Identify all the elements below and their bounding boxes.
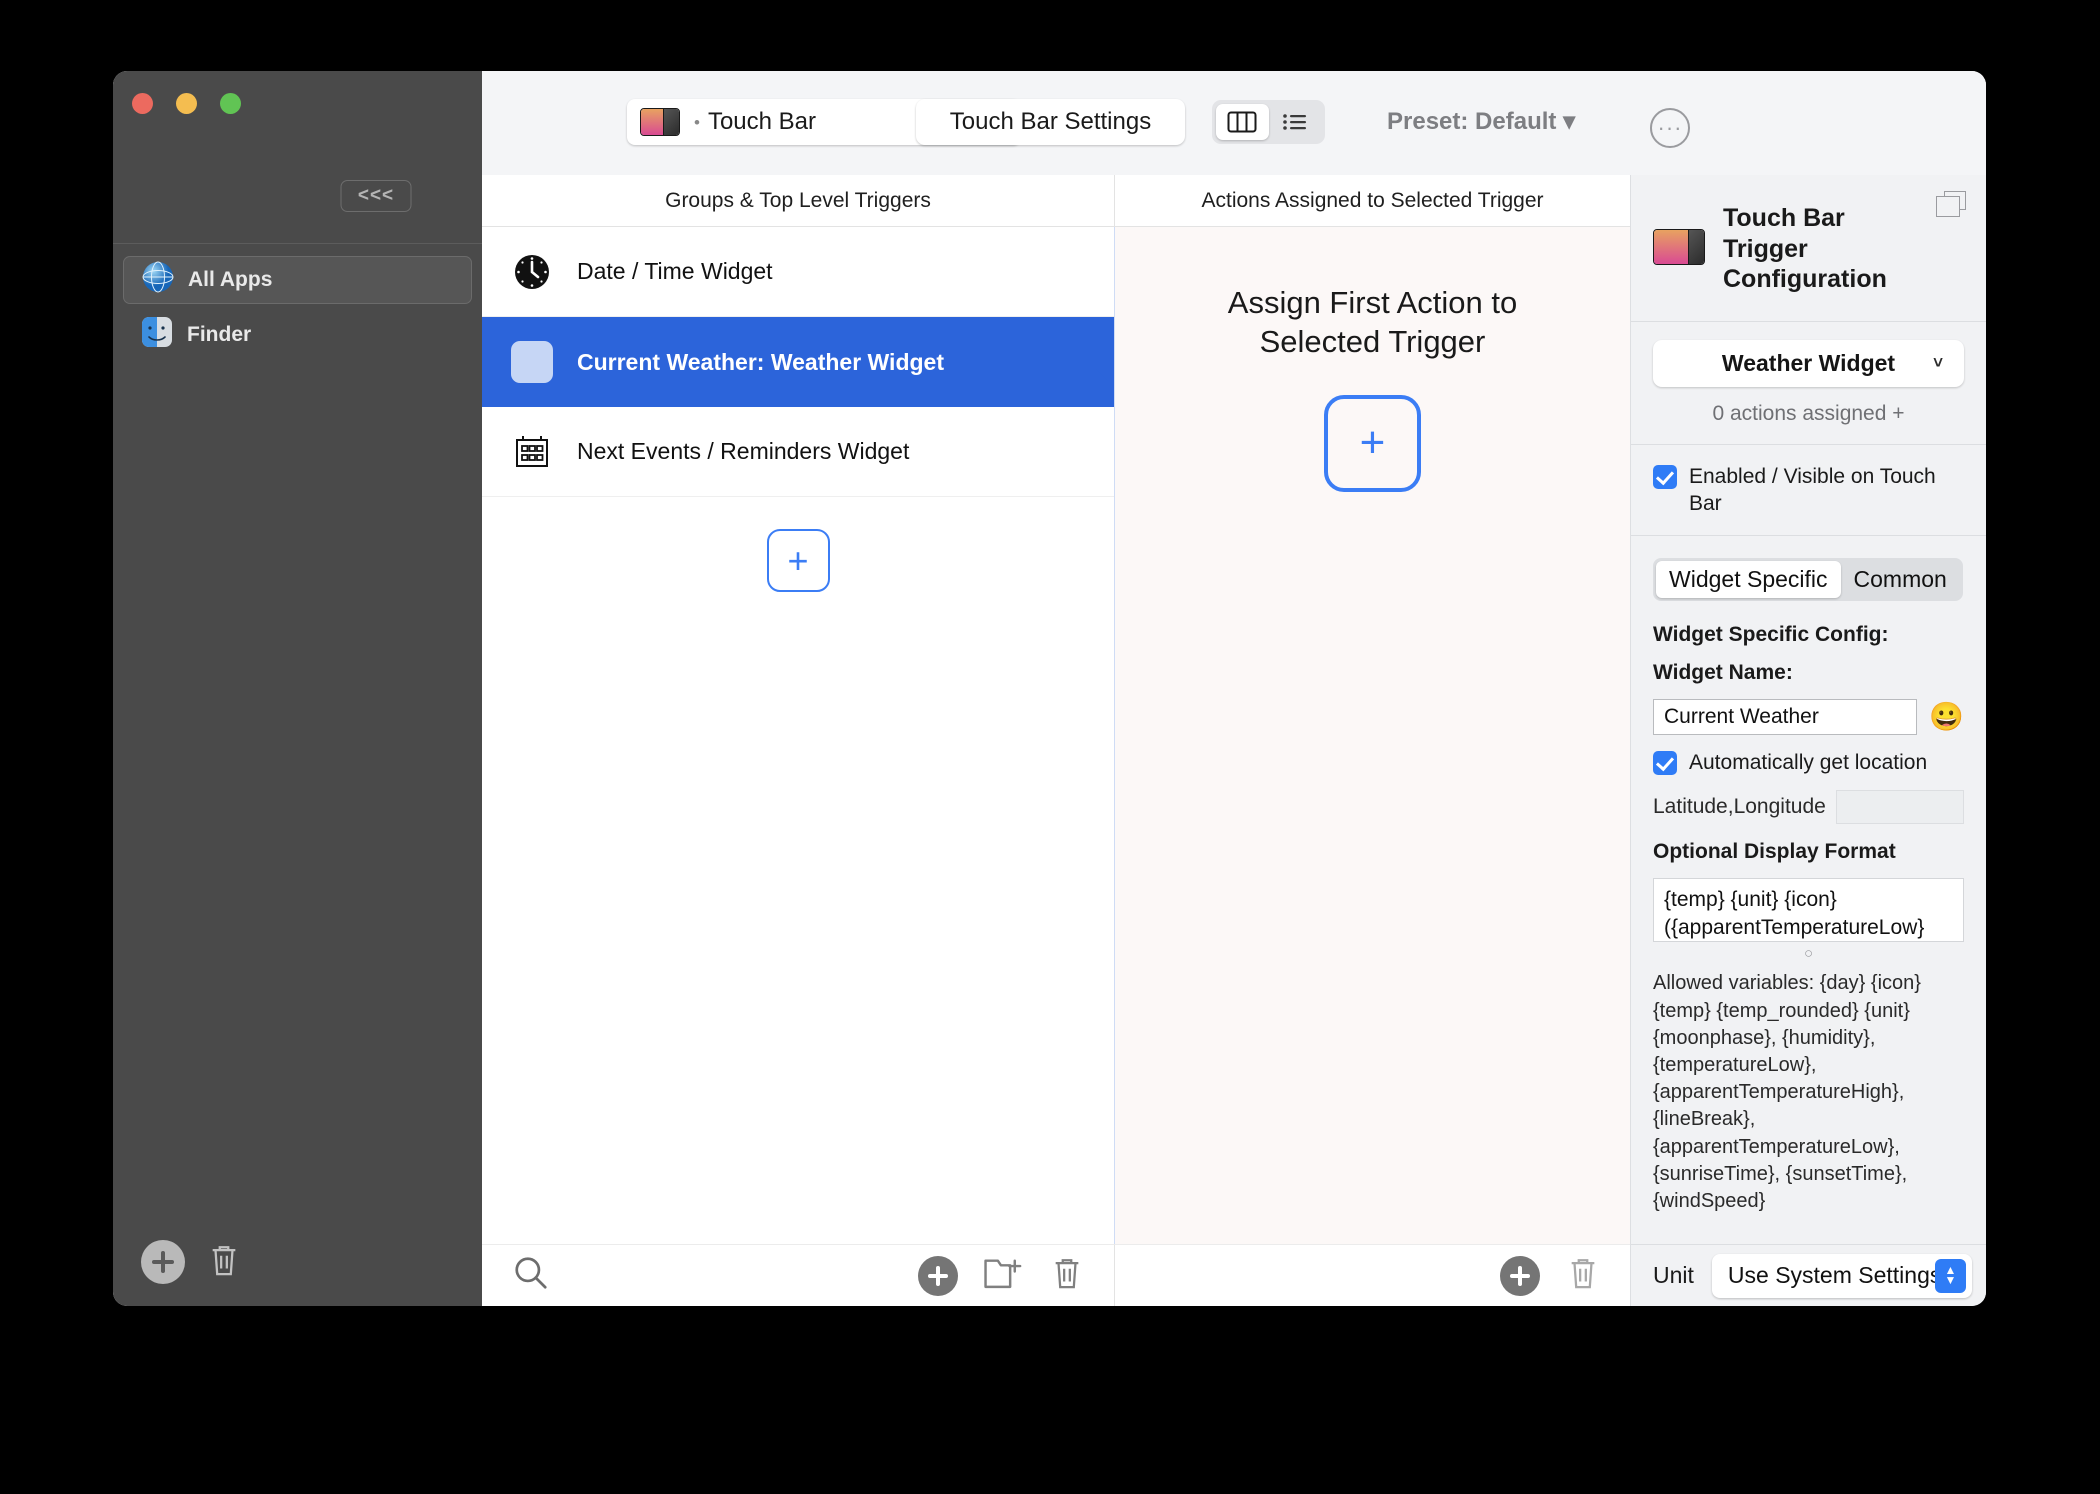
collapse-sidebar-button[interactable]: <<< bbox=[340, 180, 412, 212]
actions-bottom-toolbar bbox=[1114, 1244, 1630, 1306]
trigger-row[interactable]: Current Weather: Weather Widget bbox=[482, 317, 1114, 407]
add-app-button[interactable] bbox=[141, 1240, 185, 1284]
window-traffic-lights bbox=[132, 93, 241, 114]
triggers-list: Date / Time Widget Current Weather: Weat… bbox=[482, 227, 1114, 1244]
stepper-icon[interactable]: ▲▼ bbox=[1935, 1258, 1966, 1293]
actions-column-header: Actions Assigned to Selected Trigger bbox=[1114, 175, 1630, 227]
unit-label: Unit bbox=[1653, 1262, 1694, 1288]
actions-empty-state: Assign First Action to Selected Trigger bbox=[1115, 284, 1630, 362]
checkbox-icon[interactable] bbox=[1653, 751, 1677, 776]
auto-location-checkbox-row[interactable]: Automatically get location bbox=[1653, 749, 1964, 776]
trigger-configuration-panel: Touch Bar Trigger Configuration Weather … bbox=[1630, 175, 1986, 1306]
trigger-row[interactable]: Next Events / Reminders Widget bbox=[482, 407, 1114, 497]
resize-handle-icon[interactable]: ○ bbox=[1653, 946, 1964, 961]
latlon-row: Latitude,Longitude bbox=[1653, 790, 1964, 825]
tab-common[interactable]: Common bbox=[1841, 561, 1960, 598]
trash-icon[interactable] bbox=[1050, 1254, 1084, 1297]
actions-assigned-label[interactable]: 0 actions assigned + bbox=[1653, 402, 1964, 426]
display-format-label: Optional Display Format bbox=[1653, 840, 1896, 864]
search-icon[interactable] bbox=[482, 1254, 550, 1297]
unit-dropdown[interactable]: Use System Settings ▲ ▼ bbox=[1711, 1253, 1972, 1298]
widget-name-input[interactable]: Current Weather bbox=[1653, 699, 1918, 736]
config-header: Touch Bar Trigger Configuration bbox=[1631, 175, 1986, 322]
auto-location-label: Automatically get location bbox=[1689, 751, 1928, 775]
new-folder-icon[interactable] bbox=[984, 1256, 1024, 1295]
widget-specific-config-label: Widget Specific Config: bbox=[1653, 623, 1889, 647]
unit-value: Use System Settings bbox=[1727, 1262, 1942, 1288]
trigger-label: Date / Time Widget bbox=[577, 258, 773, 284]
trash-icon[interactable] bbox=[1566, 1254, 1600, 1297]
more-options-button[interactable]: ··· bbox=[1650, 108, 1690, 148]
touch-bar-icon bbox=[640, 108, 680, 136]
emoji-picker-button[interactable]: 😀 bbox=[1929, 703, 1964, 731]
trigger-label: Current Weather: Weather Widget bbox=[577, 348, 944, 375]
sidebar-divider bbox=[113, 243, 482, 244]
trigger-type-dropdown[interactable]: Weather Widget ˅ bbox=[1653, 339, 1964, 387]
actions-empty-line1: Assign First Action to bbox=[1227, 285, 1518, 320]
sidebar-bottom-toolbar bbox=[141, 1240, 241, 1284]
latlon-label: Latitude,Longitude bbox=[1653, 795, 1826, 819]
trash-icon[interactable] bbox=[207, 1241, 241, 1284]
config-title-line3: Configuration bbox=[1723, 265, 1887, 293]
touch-bar-settings-button[interactable]: Touch Bar Settings bbox=[916, 99, 1185, 145]
finder-icon bbox=[141, 316, 173, 354]
list-view-icon[interactable] bbox=[1269, 104, 1322, 140]
unit-row: Unit Use System Settings ▲ ▼ bbox=[1631, 1244, 1986, 1306]
sidebar-item-finder[interactable]: Finder bbox=[123, 311, 472, 359]
trigger-type-value: Weather Widget bbox=[1721, 349, 1896, 376]
config-tabs[interactable]: Widget Specific Common bbox=[1653, 558, 1963, 602]
enabled-checkbox-row[interactable]: Enabled / Visible on Touch Bar bbox=[1653, 463, 1964, 518]
chevron-down-icon: ˅ bbox=[1933, 353, 1943, 372]
config-title: Touch Bar Trigger Configuration bbox=[1723, 203, 1887, 295]
sidebar-item-all-apps[interactable]: All Apps bbox=[123, 256, 472, 304]
config-title-line2: Trigger bbox=[1723, 234, 1808, 263]
clock-icon bbox=[511, 251, 553, 293]
device-selector-label: Touch Bar bbox=[707, 108, 817, 135]
latlon-input[interactable] bbox=[1835, 790, 1964, 825]
actions-panel: Assign First Action to Selected Trigger … bbox=[1114, 227, 1630, 1244]
minimize-window-button[interactable] bbox=[176, 93, 197, 114]
bullet-separator: • bbox=[694, 112, 700, 132]
add-icon[interactable] bbox=[1500, 1255, 1540, 1296]
sidebar-item-label: Finder bbox=[187, 323, 252, 346]
allowed-variables-text: Allowed variables: {day} {icon} {temp} {… bbox=[1653, 972, 1921, 1212]
sidebar-item-label: All Apps bbox=[188, 268, 273, 291]
assign-first-action-button[interactable]: + bbox=[1324, 394, 1421, 492]
trigger-label: Next Events / Reminders Widget bbox=[577, 438, 910, 464]
trigger-type-section: Weather Widget ˅ 0 actions assigned + bbox=[1631, 322, 1986, 445]
config-title-line1: Touch Bar bbox=[1723, 204, 1845, 232]
widget-name-label: Widget Name: bbox=[1653, 661, 1793, 685]
zoom-window-button[interactable] bbox=[220, 93, 241, 114]
globe-icon bbox=[142, 261, 174, 299]
app-sidebar: <<< All Apps Finder bbox=[113, 71, 482, 1306]
enabled-label: Enabled / Visible on Touch Bar bbox=[1689, 464, 1936, 515]
preset-label: Preset: Default bbox=[1387, 108, 1557, 135]
window-stack-icon[interactable] bbox=[1936, 191, 1966, 217]
groups-bottom-toolbar bbox=[482, 1244, 1114, 1306]
columns-view-icon[interactable] bbox=[1216, 104, 1269, 140]
calendar-icon bbox=[511, 431, 553, 473]
groups-column-header: Groups & Top Level Triggers bbox=[482, 175, 1114, 227]
app-window: <<< All Apps Finder • Touch Bar Touch Ba… bbox=[113, 71, 1986, 1306]
top-toolbar: • Touch Bar ▲▼ Touch Bar Settings bbox=[482, 71, 1986, 175]
enabled-section: Enabled / Visible on Touch Bar bbox=[1631, 445, 1986, 537]
tab-widget-specific[interactable]: Widget Specific bbox=[1656, 561, 1841, 599]
checkbox-icon[interactable] bbox=[1653, 464, 1677, 489]
blank-square-icon bbox=[511, 341, 553, 383]
actions-empty-line2: Selected Trigger bbox=[1259, 323, 1486, 359]
display-format-textarea[interactable]: {temp} {unit} {icon} ({apparentTemperatu… bbox=[1653, 878, 1964, 943]
close-window-button[interactable] bbox=[132, 93, 153, 114]
add-trigger-button[interactable]: + bbox=[766, 529, 830, 592]
preset-menu[interactable]: Preset: Default ▾ bbox=[1387, 107, 1575, 136]
widget-config-section: Widget Specific Common Widget Specific C… bbox=[1631, 536, 1986, 1233]
add-icon[interactable] bbox=[918, 1255, 958, 1296]
touch-bar-icon bbox=[1653, 229, 1705, 265]
chevron-down-icon: ▾ bbox=[1563, 108, 1576, 135]
widget-name-row: Current Weather 😀 bbox=[1653, 699, 1964, 736]
trigger-row[interactable]: Date / Time Widget bbox=[482, 227, 1114, 317]
view-mode-segmented-control[interactable] bbox=[1212, 100, 1325, 144]
